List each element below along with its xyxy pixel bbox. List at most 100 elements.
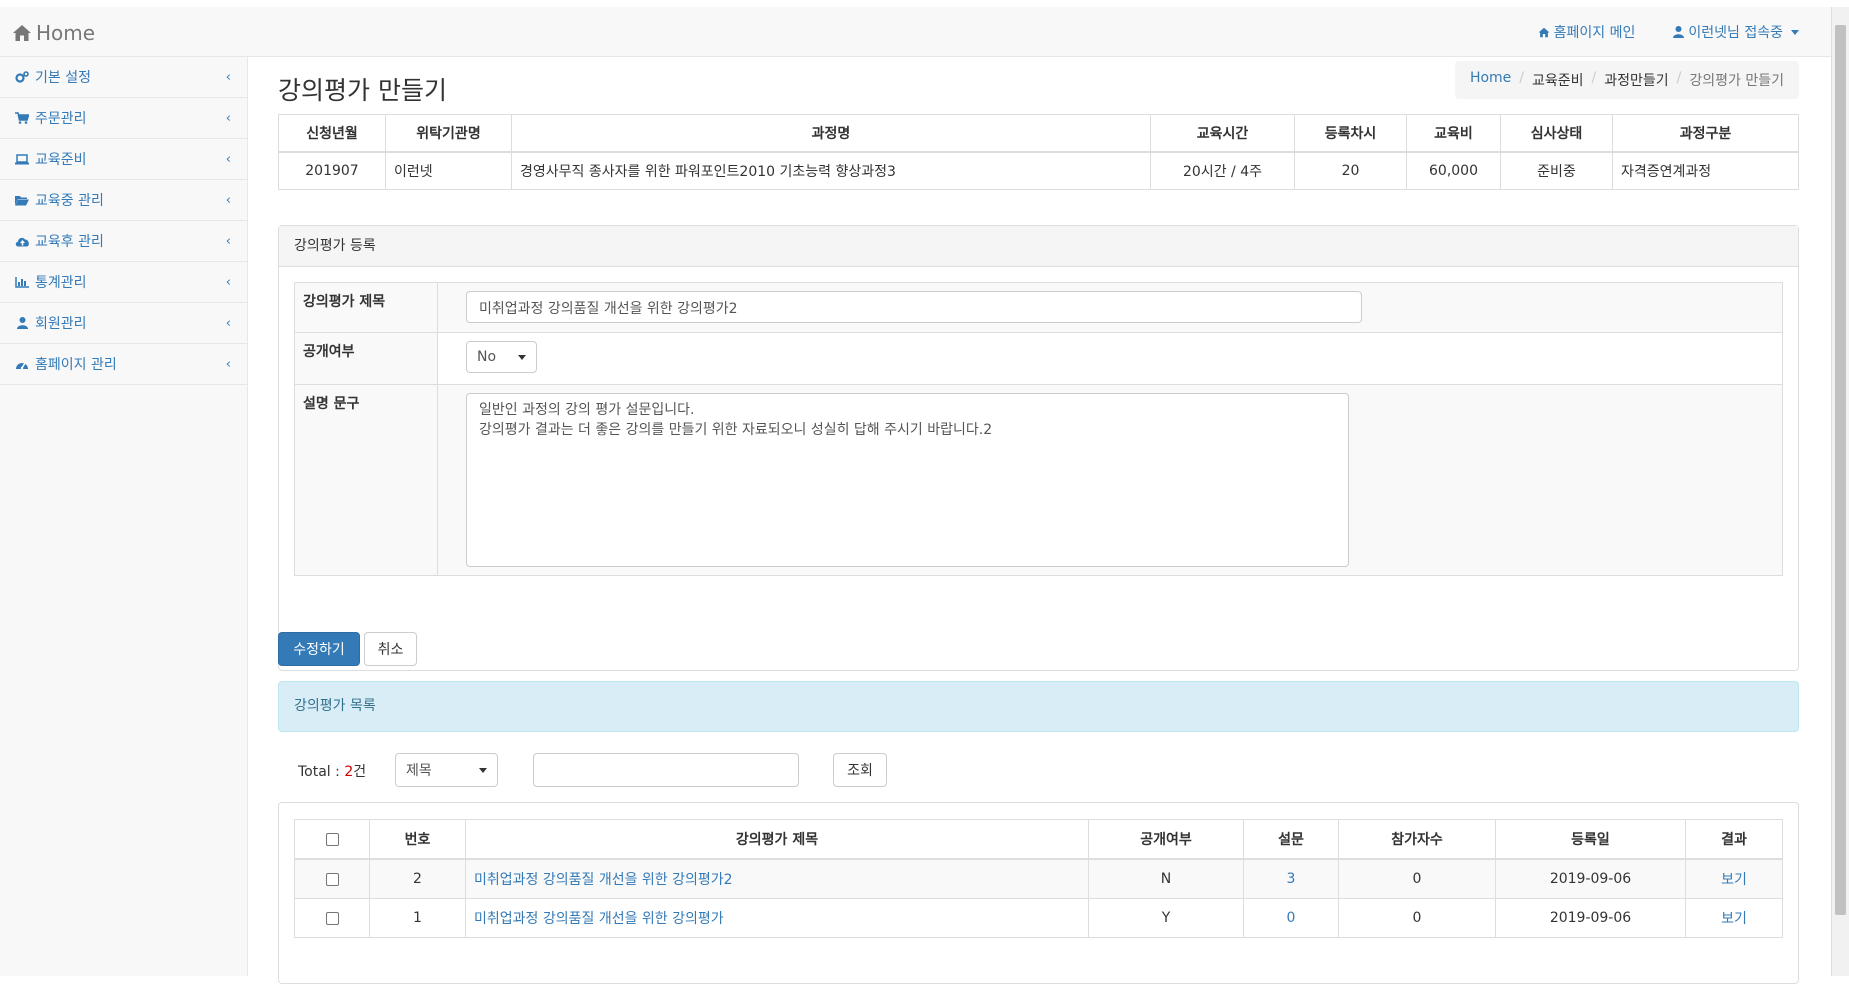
search-input[interactable] [533,753,799,787]
cancel-button[interactable]: 취소 [364,632,417,666]
total-count: Total : 2건 [298,761,366,781]
breadcrumb-separator: / [1591,70,1597,86]
panel-heading: 강의평가 등록 [279,226,1798,267]
row-survey-link[interactable]: 3 [1287,871,1296,887]
row-title-link[interactable]: 미취업과정 강의품질 개선을 위한 강의평가2 [474,872,733,888]
header-participants: 참가자수 [1338,819,1496,860]
breadcrumb-course-create[interactable]: 과정만들기 [1604,70,1668,90]
chevron-left-icon: ‹ [225,316,231,331]
chevron-left-icon: ‹ [225,193,231,208]
cell-course-name: 경영사무직 종사자를 위한 파워포인트2010 기초능력 향상과정3 [511,151,1151,190]
row-title-link[interactable]: 미취업과정 강의품질 개선을 위한 강의평가 [474,911,724,927]
description-cell: 일반인 과정의 강의 평가 설문입니다. 강의평가 결과는 더 좋은 강의를 만… [437,384,1783,576]
row-checkbox[interactable] [325,911,339,925]
header-apply-month: 신청년월 [278,114,386,153]
user-menu-dropdown[interactable]: 이런넷님 접속중 [1673,22,1799,42]
sidebar-item-label: 교육준비 [35,152,87,168]
row-result-link[interactable]: 보기 [1721,911,1747,927]
description-label: 설명 문구 [294,384,438,576]
search-field-select[interactable]: 제목 [395,753,498,787]
user-icon [14,317,30,329]
sidebar-item-in-education[interactable]: 교육중 관리 ‹ [0,180,247,221]
row-result-link[interactable]: 보기 [1721,872,1747,888]
description-textarea[interactable]: 일반인 과정의 강의 평가 설문입니다. 강의평가 결과는 더 좋은 강의를 만… [466,393,1349,567]
sidebar-item-label: 주문관리 [35,111,87,127]
header-course-name: 과정명 [511,114,1151,153]
chevron-down-icon [479,767,487,773]
total-label: Total : [298,764,345,780]
save-button[interactable]: 수정하기 [278,632,360,666]
sidebar-item-members[interactable]: 회원관리 ‹ [0,303,247,344]
header-sessions: 등록차시 [1294,114,1407,153]
bar-chart-icon [14,276,30,288]
brand-label: Home [36,21,96,45]
caret-down-icon [1791,29,1799,35]
row-public: N [1088,858,1244,899]
sidebar-item-education-prep[interactable]: 교육준비 ‹ [0,139,247,180]
sidebar-item-basic-settings[interactable]: 기본 설정 ‹ [0,57,247,98]
chevron-left-icon: ‹ [225,357,231,372]
cell-edu-hours: 20시간 / 4주 [1150,151,1295,190]
breadcrumb-education-prep[interactable]: 교육준비 [1532,70,1584,90]
sidebar-item-statistics[interactable]: 통계관리 ‹ [0,262,247,303]
chevron-down-icon [518,354,526,360]
row-date: 2019-09-06 [1495,858,1686,899]
sidebar-item-label: 홈페이지 관리 [35,357,117,373]
course-info-table: 신청년월 위탁기관명 과정명 교육시간 등록차시 교육비 심사상태 과정구분 2… [278,114,1799,190]
list-header-row: 번호 강의평가 제목 공개여부 설문 참가자수 등록일 결과 [294,819,1783,860]
row-survey-cell: 0 [1243,898,1339,938]
scrollbar-thumb[interactable] [1835,25,1846,915]
user-icon [1673,26,1685,38]
row-participants: 0 [1338,858,1496,899]
header-course-type: 과정구분 [1612,114,1799,153]
cart-icon [14,112,30,124]
brand-home-link[interactable]: Home [12,21,95,45]
row-title-cell: 미취업과정 강의품질 개선을 위한 강의평가2 [465,858,1089,899]
breadcrumb-current: 강의평가 만들기 [1689,73,1784,89]
search-button[interactable]: 조회 [833,753,887,787]
row-result-cell: 보기 [1685,898,1783,938]
search-field-value: 제목 [406,763,432,779]
sidebar-item-label: 기본 설정 [35,70,91,86]
evaluation-list-table: 번호 강의평가 제목 공개여부 설문 참가자수 등록일 결과 2 미취업과정 강… [294,819,1783,938]
header-result: 결과 [1685,819,1783,860]
top-navbar: Home 홈페이지 메인 이런넷님 접속중 [0,7,1831,57]
title-label: 강의평가 제목 [294,282,438,333]
row-checkbox-cell [294,898,370,938]
row-public: Y [1088,898,1244,938]
user-menu-label: 이런넷님 접속중 [1688,25,1783,41]
homepage-main-link[interactable]: 홈페이지 메인 [1538,22,1635,42]
header-survey: 설문 [1243,819,1339,860]
breadcrumb-home[interactable]: Home [1470,70,1511,90]
row-date: 2019-09-06 [1495,898,1686,938]
chevron-left-icon: ‹ [225,70,231,85]
sidebar-item-label: 통계관리 [35,275,87,291]
row-checkbox-cell [294,858,370,899]
gears-icon [14,71,30,83]
sidebar-item-label: 교육중 관리 [35,193,104,209]
evaluation-register-panel: 강의평가 등록 강의평가 제목 미취업과정 강의품질 개선을 위한 강의평가2 … [278,225,1799,671]
form-row-public: 공개여부 No [294,332,1783,385]
course-info-header-row: 신청년월 위탁기관명 과정명 교육시간 등록차시 교육비 심사상태 과정구분 [278,114,1799,153]
public-select[interactable]: No [466,341,537,373]
page-title: 강의평가 만들기 [278,76,447,105]
total-number: 2 [344,764,354,780]
sidebar-item-order-management[interactable]: 주문관리 ‹ [0,98,247,139]
row-checkbox[interactable] [325,872,339,886]
header-date: 등록일 [1495,819,1686,860]
page-scrollbar[interactable] [1831,7,1849,976]
select-all-checkbox[interactable] [325,832,339,846]
chevron-left-icon: ‹ [225,275,231,290]
cell-agency: 이런넷 [385,151,512,190]
sidebar-item-post-education[interactable]: 교육후 관리 ‹ [0,221,247,262]
row-participants: 0 [1338,898,1496,938]
row-survey-link[interactable]: 0 [1287,910,1296,926]
form-row-title: 강의평가 제목 미취업과정 강의품질 개선을 위한 강의평가2 [294,282,1783,333]
evaluation-list-panel: 번호 강의평가 제목 공개여부 설문 참가자수 등록일 결과 2 미취업과정 강… [278,802,1799,984]
title-input[interactable]: 미취업과정 강의품질 개선을 위한 강의평가2 [466,291,1362,323]
header-public: 공개여부 [1088,819,1244,860]
row-result-cell: 보기 [1685,858,1783,899]
sidebar-item-homepage-management[interactable]: 홈페이지 관리 ‹ [0,344,247,385]
public-label: 공개여부 [294,332,438,385]
header-select-all [294,819,370,860]
